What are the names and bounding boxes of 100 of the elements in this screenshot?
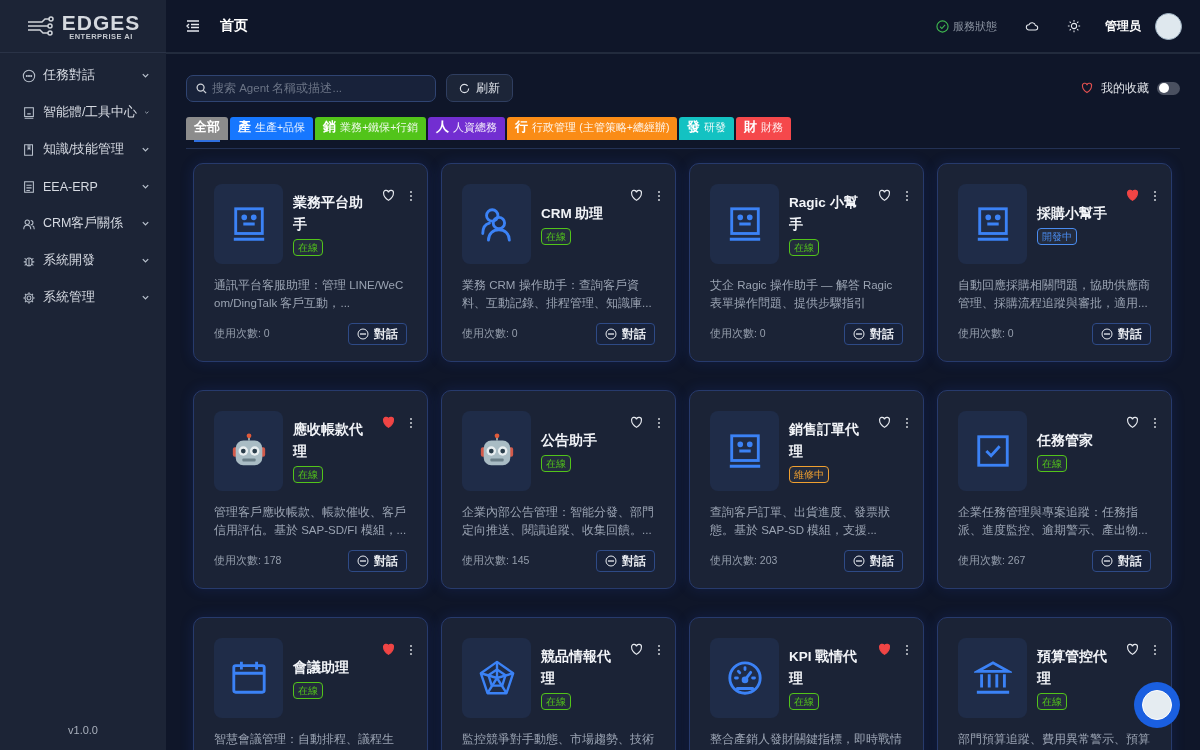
chevron-down-icon <box>141 182 150 191</box>
book-icon <box>22 142 36 157</box>
agent-card[interactable]: Ragic 小幫手 在線 艾企 Ragic 操作助手 — 解答 Ragic 表單操作問題、提供步驟指引 使用次數: 0 對話 <box>689 163 924 362</box>
usage-count: 使用次數: 0 <box>958 327 1014 341</box>
chat-icon <box>357 328 369 340</box>
agent-name: KPI 戰情代理 <box>789 648 859 688</box>
more-icon[interactable] <box>657 416 661 429</box>
agent-card[interactable]: 公告助手 在線 企業內部公告管理：智能分發、部門定向推送、閱讀追蹤、收集回饋。... 使用次數: 145 對話 <box>441 390 676 589</box>
sidebar-item[interactable]: 任務對話 <box>0 57 166 94</box>
chat-icon <box>605 555 617 567</box>
sidebar-item[interactable]: 系統管理 <box>0 279 166 316</box>
sidebar-item[interactable]: 系統開發 <box>0 242 166 279</box>
chevron-down-icon <box>144 108 150 117</box>
usage-count: 使用次數: 203 <box>710 554 778 568</box>
search-field[interactable]: 搜索 Agent 名稱或描述... <box>186 74 436 102</box>
status-tag: 在線 <box>293 682 323 699</box>
agent-name: 預算管控代理 <box>1037 648 1108 688</box>
category-tab[interactable]: 人 人資總務 <box>428 117 506 140</box>
agent-description: 企業任務管理與專案追蹤：任務指派、進度監控、逾期警示、產出物... <box>958 505 1149 538</box>
cloud-icon[interactable] <box>1025 19 1039 33</box>
chat-button[interactable]: 對話 <box>596 550 655 572</box>
status-tag: 在線 <box>789 239 819 256</box>
agent-description: 部門預算追蹤、費用異常警示、預算 <box>958 732 1151 747</box>
search-icon <box>196 82 207 94</box>
agent-card[interactable]: 銷售訂單代理 維修中 查詢客戶訂單、出貨進度、發票狀態。基於 SAP-SD 模組，支援... 使用次數: 203 對話 <box>689 390 924 589</box>
version-label: v1.0.0 <box>67 724 99 738</box>
logo-title: EDGES <box>61 11 141 33</box>
sidebar-item[interactable]: CRM客戶關係 <box>0 205 166 242</box>
sidebar-item[interactable]: 智能體/工具中心 <box>0 94 166 131</box>
calendar-icon <box>229 659 268 697</box>
refresh-icon <box>459 82 470 94</box>
chat-icon <box>22 68 36 83</box>
menu-fold-icon[interactable] <box>186 19 200 33</box>
chat-button[interactable]: 對話 <box>596 323 655 345</box>
status-tag: 在線 <box>1037 455 1067 472</box>
chat-button[interactable]: 對話 <box>348 550 407 572</box>
more-icon[interactable] <box>905 643 909 656</box>
chat-button[interactable]: 對話 <box>1092 323 1151 345</box>
usage-count: 使用次數: 0 <box>214 327 270 341</box>
agent-card[interactable]: 應收帳款代理 在線 管理客戶應收帳款、帳款催收、客戶信用評估。基於 SAP-SD/FI 模組，... 使用次數: 178 對話 <box>193 390 428 589</box>
more-icon[interactable] <box>409 643 413 656</box>
status-tag: 在線 <box>541 455 571 472</box>
agent-name: 銷售訂單代理 <box>789 421 860 461</box>
more-icon[interactable] <box>1153 643 1157 656</box>
chat-button[interactable]: 對話 <box>844 550 903 572</box>
chevron-down-icon <box>141 293 150 302</box>
agent-description: 智慧會議管理：自動排程、議程生 <box>214 732 395 747</box>
gauge-icon <box>725 659 764 697</box>
page-title: 首页 <box>220 17 248 35</box>
settings-icon <box>22 290 36 305</box>
chat-icon <box>605 328 617 340</box>
more-icon[interactable] <box>905 189 909 202</box>
users-icon <box>22 216 36 231</box>
chevron-down-icon <box>141 256 150 265</box>
agent-description: 企業內部公告管理：智能分發、部門定向推送、閱讀追蹤、收集回饋。... <box>462 505 655 538</box>
status-tag: 在線 <box>789 693 819 710</box>
avatar[interactable] <box>1155 12 1182 40</box>
sidebar-item[interactable]: EEA-ERP <box>0 168 166 205</box>
agent-name: Ragic 小幫手 <box>789 194 859 234</box>
chevron-down-icon <box>141 145 150 154</box>
status-tag: 在線 <box>541 228 571 245</box>
agent-name: 採購小幫手 <box>1037 205 1108 223</box>
more-icon[interactable] <box>657 189 661 202</box>
category-tab[interactable]: 產 生產+品保 <box>230 117 314 140</box>
sidebar-item[interactable]: 知識/技能管理 <box>0 131 166 168</box>
sun-icon[interactable] <box>1067 19 1081 33</box>
status-tag: 在線 <box>293 466 323 483</box>
user-name[interactable]: 管理员 <box>1105 17 1141 35</box>
service-status-link[interactable]: 服務狀態 <box>953 18 997 34</box>
robot-icon <box>22 105 36 120</box>
more-icon[interactable] <box>1153 416 1157 429</box>
more-icon[interactable] <box>657 643 661 656</box>
favorites-toggle[interactable] <box>1157 81 1180 95</box>
agent-card[interactable]: KPI 戰情代理 在線 整合產銷人發財關鍵指標，即時戰情 <box>689 617 924 750</box>
chat-button[interactable]: 對話 <box>1092 550 1151 572</box>
more-icon[interactable] <box>905 416 909 429</box>
agent-card[interactable]: 任務管家 在線 企業任務管理與專案追蹤：任務指派、進度監控、逾期警示、產出物... 使用次數: 267 對話 <box>937 390 1172 589</box>
more-icon[interactable] <box>1153 189 1157 202</box>
refresh-button[interactable]: 刷新 <box>446 74 513 102</box>
agent-description: 管理客戶應收帳款、帳款催收、客戶信用評估。基於 SAP-SD/FI 模組，... <box>214 505 407 538</box>
category-tab[interactable]: 財 財務 <box>736 117 792 140</box>
usage-count: 使用次數: 0 <box>462 327 518 341</box>
agent-card[interactable]: 業務平台助手 在線 通訊平台客服助理：管理 LINE/WeCom/DingTalk 客戶互動，... 使用次數: 0 對話 <box>193 163 428 362</box>
status-tag: 在線 <box>293 239 323 256</box>
agent-description: 查詢客戶訂單、出貨進度、發票狀態。基於 SAP-SD 模組，支援... <box>710 505 891 538</box>
status-tag: 在線 <box>1037 693 1067 710</box>
agent-card[interactable]: 競品情報代理 在線 監控競爭對手動態、市場趨勢、技術 <box>441 617 676 750</box>
agent-name: CRM 助理 <box>541 205 605 223</box>
favorites-label: 我的收藏 <box>1101 80 1149 96</box>
agent-card[interactable]: CRM 助理 在線 業務 CRM 操作助手：查詢客戶資料、互動記錄、排程管理、知識庫... 使用次數: 0 對話 <box>441 163 676 362</box>
agent-description: 監控競爭對手動態、市場趨勢、技術 <box>462 732 655 747</box>
agent-description: 通訊平台客服助理：管理 LINE/WeCom/DingTalk 客戶互動，... <box>214 278 405 311</box>
agent-card[interactable]: 採購小幫手 開發中 自動回應採購相關問題，協助供應商管理、採購流程追蹤與審批，適用... 使用次數: 0 對話 <box>937 163 1172 362</box>
more-icon[interactable] <box>409 189 413 202</box>
chat-button[interactable]: 對話 <box>844 323 903 345</box>
more-icon[interactable] <box>409 416 413 429</box>
usage-count: 使用次數: 267 <box>958 554 1026 568</box>
agent-card[interactable]: 會議助理 在線 智慧會議管理：自動排程、議程生 <box>193 617 428 750</box>
chat-button[interactable]: 對話 <box>348 323 407 345</box>
agent-card[interactable]: 預算管控代理 在線 部門預算追蹤、費用異常警示、預算 <box>937 617 1172 750</box>
